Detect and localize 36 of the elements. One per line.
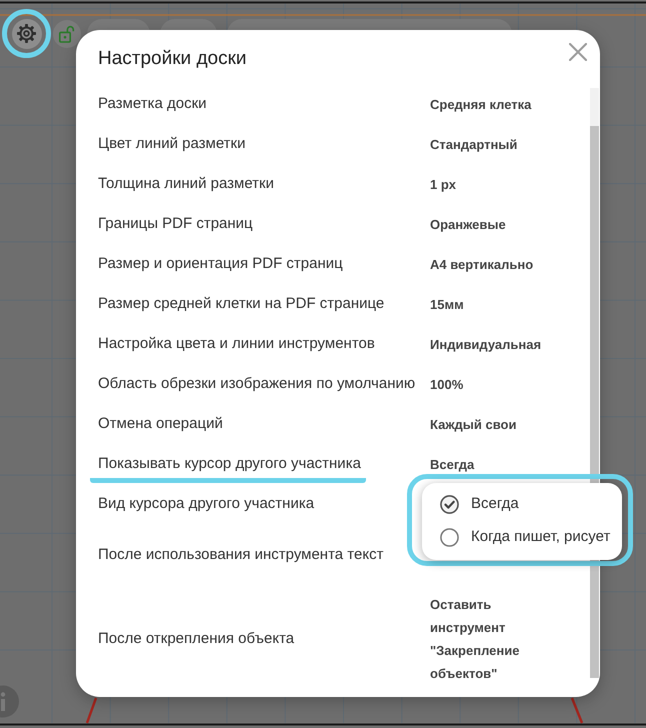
menu-option[interactable]: Всегда xyxy=(422,488,622,520)
setting-value[interactable]: Оранжевые xyxy=(430,212,554,236)
lock-button[interactable] xyxy=(53,20,81,48)
setting-label: Показывать курсор другого участника xyxy=(90,454,366,483)
setting-value[interactable]: 100% xyxy=(430,372,554,396)
setting-label: После открепления объекта xyxy=(98,629,294,649)
setting-label: Отмена операций xyxy=(98,414,223,434)
setting-label: Границы PDF страниц xyxy=(98,214,253,234)
setting-label: Цвет линий разметки xyxy=(98,134,246,154)
setting-label: Область обрезки изображения по умолчанию xyxy=(98,374,416,394)
setting-label: Размер и ориентация PDF страниц xyxy=(98,254,343,274)
setting-value[interactable]: Каждый свои xyxy=(430,412,554,436)
unlocked-padlock-icon xyxy=(59,24,75,42)
setting-value[interactable]: Средняя клетка xyxy=(430,92,554,116)
setting-label: Настройка цвета и линии инструментов xyxy=(98,334,375,354)
setting-label: После использования инструмента текст xyxy=(98,545,384,565)
drawn-line xyxy=(85,697,98,724)
setting-value[interactable]: 15мм xyxy=(430,292,554,316)
info-icon[interactable] xyxy=(0,685,19,718)
setting-value[interactable]: А4 вертикально xyxy=(430,252,554,276)
setting-label: Толщина линий разметки xyxy=(98,174,274,194)
setting-value[interactable]: Стандартный xyxy=(430,132,554,156)
setting-label: Вид курсора другого участника xyxy=(98,494,314,514)
close-button[interactable] xyxy=(569,43,587,61)
menu-option[interactable]: Когда пишет, рисует xyxy=(422,520,622,554)
drawn-line xyxy=(570,697,584,724)
setting-label: Размер средней клетки на PDF странице xyxy=(98,294,384,314)
close-icon xyxy=(569,43,587,61)
dialog-title: Настройки доски xyxy=(98,47,247,71)
settings-button[interactable] xyxy=(12,18,42,48)
setting-label: Разметка доски xyxy=(98,94,207,114)
setting-value[interactable]: Индивидуальная xyxy=(430,332,554,356)
gear-icon xyxy=(17,24,36,43)
setting-value[interactable]: 1 px xyxy=(430,172,554,196)
setting-value[interactable]: Оставить инструмент "Закрепление объектов" xyxy=(430,593,554,685)
setting-value[interactable]: Всегда xyxy=(430,452,554,476)
